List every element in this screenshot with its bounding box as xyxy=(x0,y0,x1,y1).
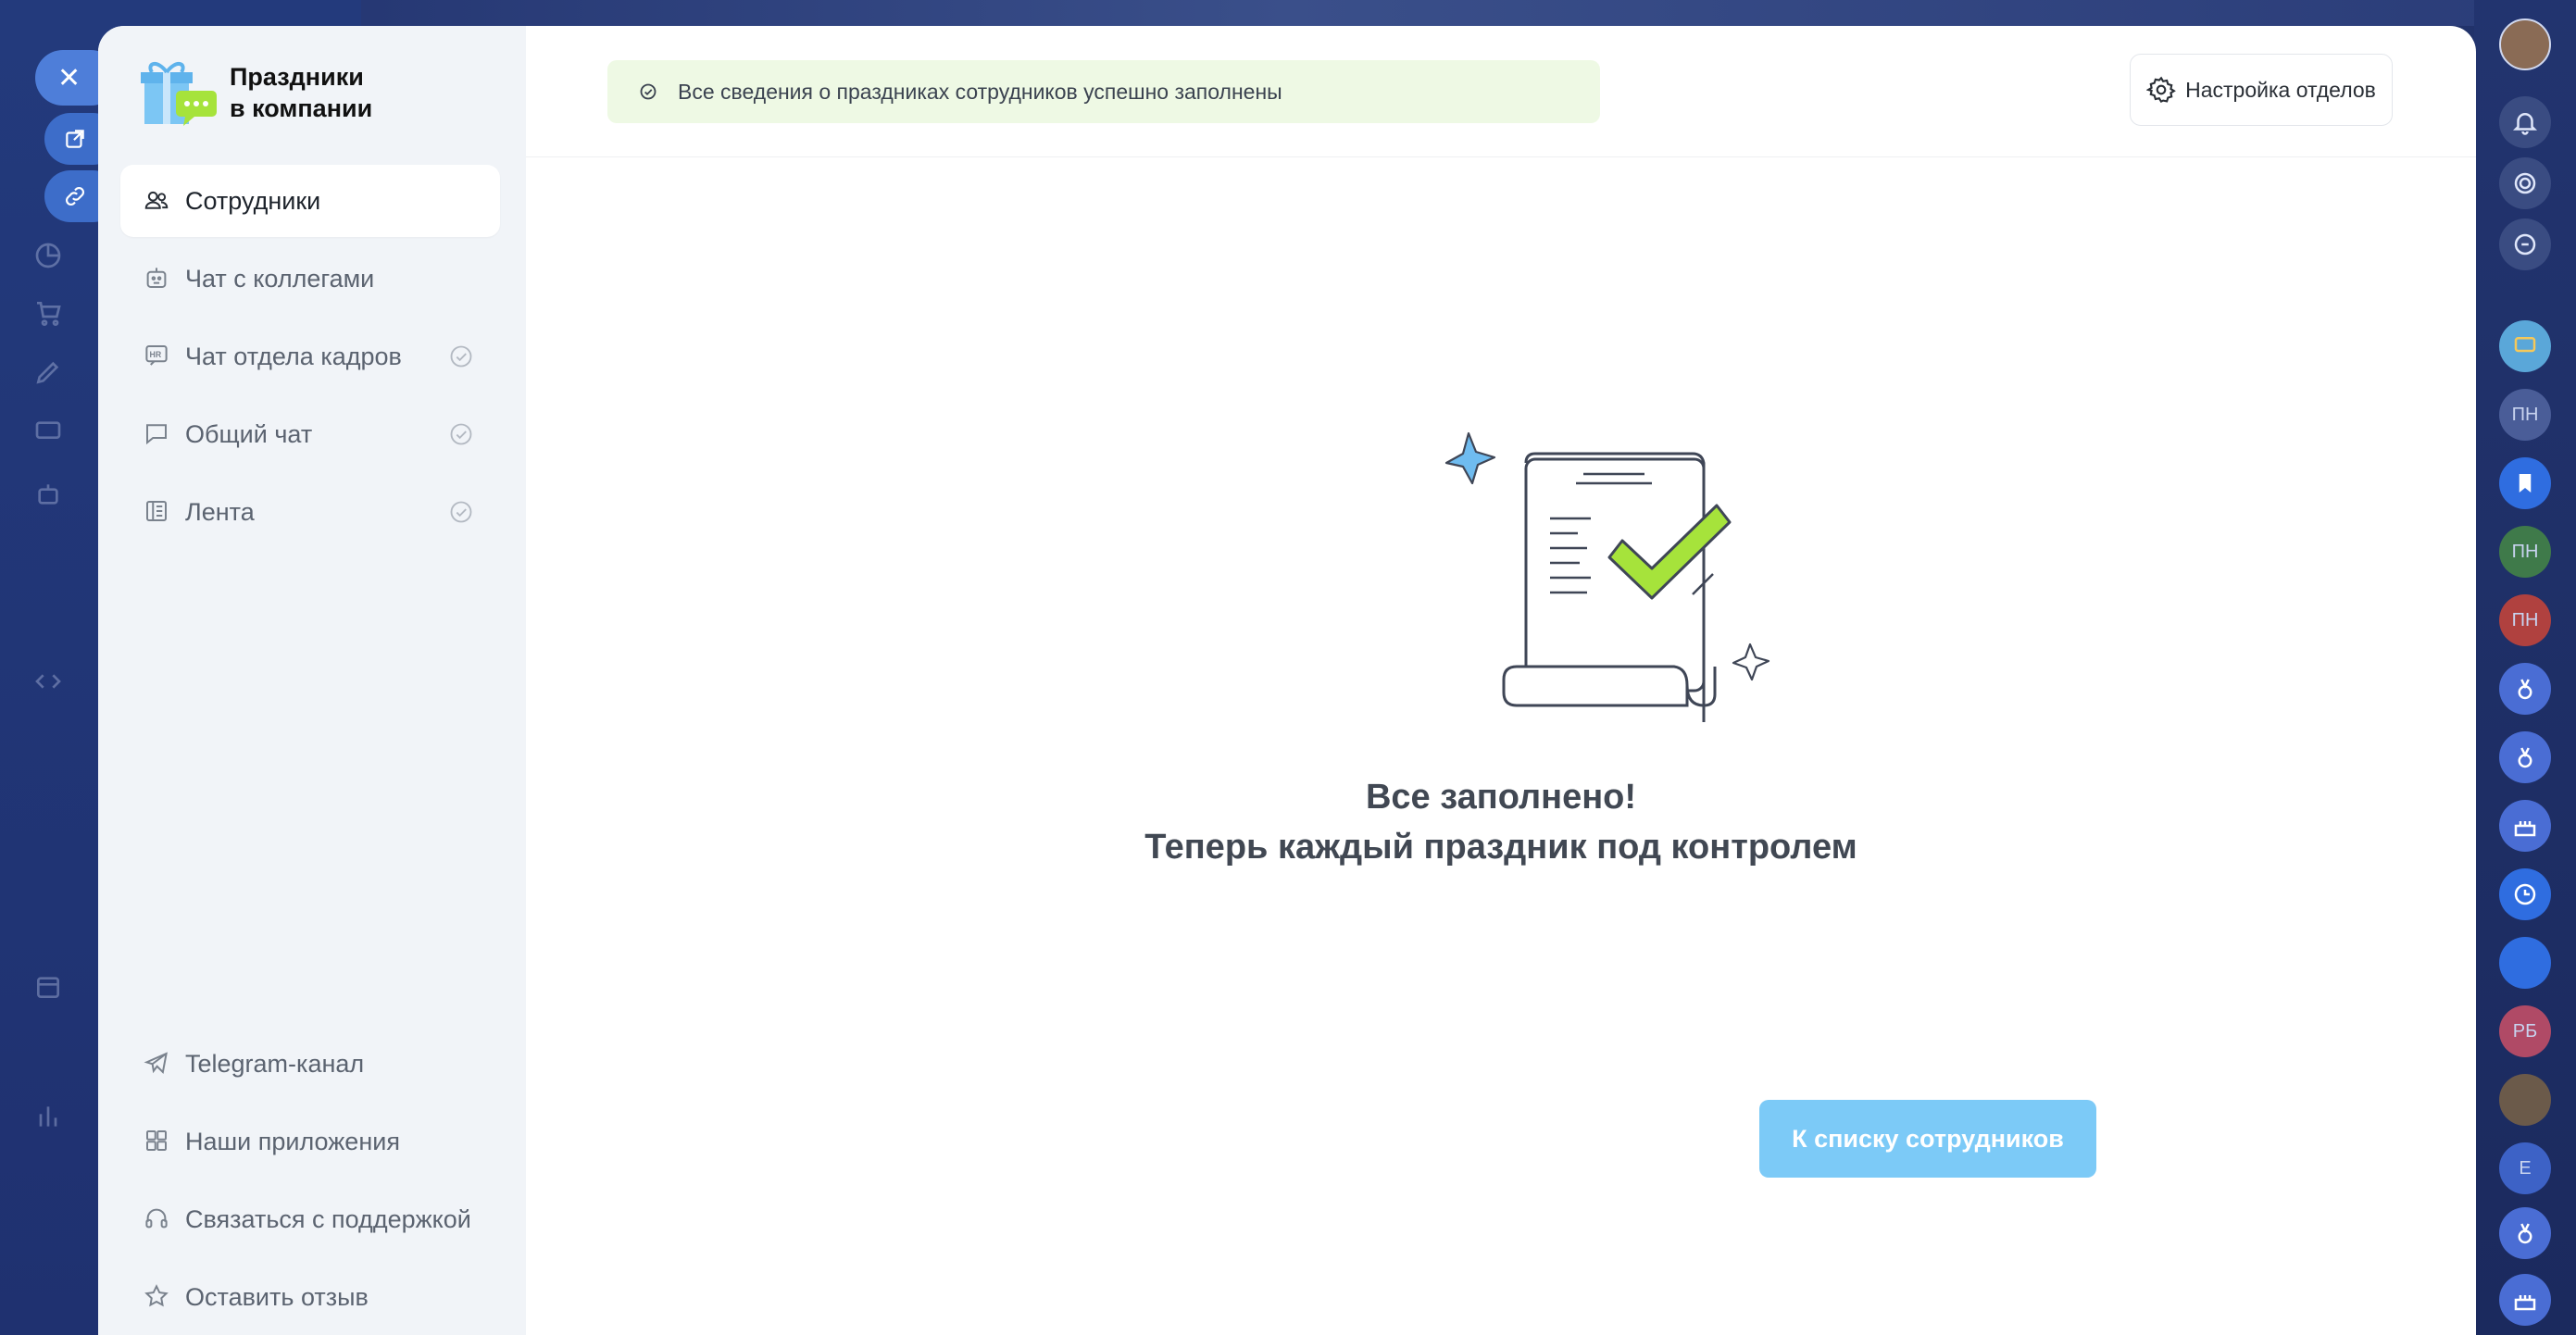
app-logo[interactable]: Праздники в компании xyxy=(141,56,372,130)
message-icon xyxy=(2514,337,2536,353)
department-settings-label: Настройка отделов xyxy=(2185,77,2376,102)
sidebar-item-support[interactable]: Связаться с поддержкой xyxy=(120,1183,500,1255)
app-slider-card: Праздники в компании Сотрудники Чат с ко… xyxy=(98,26,2476,1335)
rail-bookmark[interactable] xyxy=(2499,457,2551,509)
bell-icon xyxy=(2512,113,2538,135)
rail-cake[interactable] xyxy=(2499,800,2551,852)
gift-chat-logo-icon xyxy=(141,56,220,130)
sidebar-item-colleagues-chat[interactable]: Чат с коллегами xyxy=(120,243,500,315)
completed-document-illustration xyxy=(1415,426,1804,731)
close-icon: ✕ xyxy=(57,62,81,94)
check-circle-icon xyxy=(450,345,472,368)
sidebar-item-label: Связаться с поддержкой xyxy=(185,1204,471,1233)
go-to-employees-button[interactable]: К списку сотрудников xyxy=(1759,1100,2096,1178)
sidebar-item-hr-chat[interactable]: HR Чат отдела кадров xyxy=(120,320,500,393)
rail-badge-2[interactable]: ПН xyxy=(2499,526,2551,578)
star-icon xyxy=(143,1282,172,1312)
sparkle-icon xyxy=(1732,643,1770,681)
medal-icon xyxy=(2518,747,2532,768)
check-circle-icon xyxy=(450,423,472,445)
telegram-icon xyxy=(143,1049,172,1079)
robot-icon xyxy=(143,264,172,293)
sidebar-item-employees[interactable]: Сотрудники xyxy=(120,165,500,237)
headset-icon xyxy=(143,1204,172,1234)
sidebar-item-label: Лента xyxy=(185,497,255,526)
sidebar-item-general-chat[interactable]: Общий чат xyxy=(120,398,500,470)
completion-headline: Все заполнено! Теперь каждый праздник по… xyxy=(526,772,2476,872)
sidebar-item-label: Наши приложения xyxy=(185,1127,400,1155)
background-top-strip xyxy=(0,0,2576,26)
notifications-button[interactable] xyxy=(2499,96,2551,148)
sidebar-item-our-apps[interactable]: Наши приложения xyxy=(120,1105,500,1178)
sidebar-item-label: Чат с коллегами xyxy=(185,264,375,293)
gear-icon xyxy=(2146,76,2176,104)
rail-badge-3[interactable]: ПН xyxy=(2499,594,2551,646)
sidebar-item-feed[interactable]: Лента xyxy=(120,476,500,548)
sidebar-item-label: Чат отдела кадров xyxy=(185,342,402,370)
sparkle-icon xyxy=(1444,431,1496,485)
app-title: Праздники в компании xyxy=(230,61,372,124)
clock-icon xyxy=(2514,883,2536,905)
content-header: Все сведения о праздниках сотрудников ус… xyxy=(526,26,2476,157)
screen-icon xyxy=(33,417,70,454)
users-icon xyxy=(143,186,172,216)
secondary-nav: Telegram-канал Наши приложения Связаться… xyxy=(120,1028,500,1335)
bar-chart-icon xyxy=(33,1102,70,1139)
rail-medal-3[interactable] xyxy=(2499,1207,2551,1259)
app-title-line1: Праздники xyxy=(230,63,364,91)
link-icon xyxy=(66,187,84,206)
check-circle-icon xyxy=(450,501,472,523)
headline-line2: Теперь каждый праздник под контролем xyxy=(1144,828,1857,867)
sidebar-item-telegram[interactable]: Telegram-канал xyxy=(120,1028,500,1100)
pen-icon xyxy=(33,357,70,394)
headline-line1: Все заполнено! xyxy=(1365,778,1637,817)
bookmark-icon xyxy=(2519,474,2532,493)
rail-medal-2[interactable] xyxy=(2499,731,2551,783)
goals-button[interactable] xyxy=(2499,157,2551,209)
target-icon xyxy=(2514,172,2536,194)
success-banner-text: Все сведения о праздниках сотрудников ус… xyxy=(678,79,1282,104)
rail-badge-5[interactable]: Е xyxy=(2499,1142,2551,1194)
rail-clock[interactable] xyxy=(2499,868,2551,920)
right-rail: ПН ПН ПН РБ Е xyxy=(2474,0,2576,1335)
medal-icon xyxy=(2518,1223,2532,1244)
rail-badge-4[interactable]: РБ xyxy=(2499,1005,2551,1057)
app-title-line2: в компании xyxy=(230,94,373,122)
rail-badge-1[interactable]: ПН xyxy=(2499,389,2551,441)
rail-blank[interactable] xyxy=(2499,937,2551,989)
rail-cake-2[interactable] xyxy=(2499,1274,2551,1326)
chart-icon xyxy=(33,241,70,278)
cart-icon xyxy=(33,298,70,335)
sidebar-item-label: Сотрудники xyxy=(185,186,321,215)
cake-icon xyxy=(2514,1295,2536,1311)
main-content: Все заполнено! Теперь каждый праздник по… xyxy=(526,157,2476,1335)
chat-bubble-icon xyxy=(143,419,172,449)
calendar-icon xyxy=(33,972,70,1009)
code-icon xyxy=(33,667,70,704)
apps-grid-icon xyxy=(143,1127,172,1156)
rail-avatar[interactable] xyxy=(2499,1074,2551,1126)
rail-chat-1[interactable] xyxy=(2499,320,2551,372)
feed-icon xyxy=(143,497,172,527)
main-nav: Сотрудники Чат с коллегами HR Чат отдела… xyxy=(120,165,500,554)
robot-icon xyxy=(33,480,70,517)
sidebar-item-feedback[interactable]: Оставить отзыв xyxy=(120,1261,500,1333)
user-avatar[interactable] xyxy=(2499,19,2551,70)
sidebar-item-label: Общий чат xyxy=(185,419,313,448)
svg-text:HR: HR xyxy=(150,350,162,359)
external-link-icon xyxy=(66,130,84,148)
cake-icon xyxy=(2514,821,2536,837)
sidebar-item-label: Оставить отзыв xyxy=(185,1282,369,1311)
search-chat-button[interactable] xyxy=(2499,218,2551,270)
check-circle-icon xyxy=(640,83,657,100)
sidebar-item-label: Telegram-канал xyxy=(185,1049,365,1078)
department-settings-button[interactable]: Настройка отделов xyxy=(2130,54,2393,126)
search-chat-icon xyxy=(2514,233,2536,256)
success-banner: Все сведения о праздниках сотрудников ус… xyxy=(607,60,1600,123)
app-sidebar: Праздники в компании Сотрудники Чат с ко… xyxy=(98,26,526,1335)
hr-chat-icon: HR xyxy=(143,342,172,371)
medal-icon xyxy=(2518,679,2532,700)
rail-medal-1[interactable] xyxy=(2499,663,2551,715)
